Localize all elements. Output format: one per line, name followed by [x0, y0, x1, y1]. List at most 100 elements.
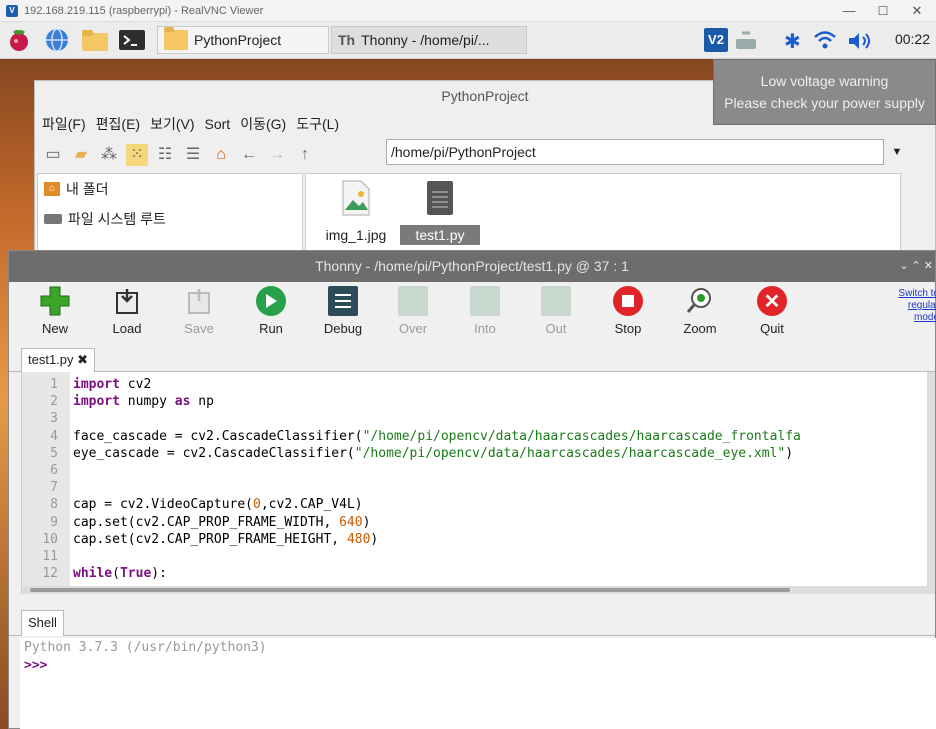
code-editor[interactable]: 1 2 3 4 5 6 7 8 9 10 11 12 import cv2 import numpy a…	[21, 372, 935, 594]
new-folder-icon[interactable]: ▰	[70, 144, 92, 166]
terminal-icon[interactable]	[118, 27, 145, 53]
menu-file[interactable]: 파일(F)	[42, 114, 86, 134]
volume-icon[interactable]	[846, 29, 872, 55]
thumbnail-view-icon[interactable]: ⁙	[126, 144, 148, 166]
line-number: 4	[50, 428, 58, 444]
shell-tabs: Shell	[9, 604, 935, 636]
new-window-icon[interactable]: ▭	[42, 144, 64, 166]
line-number: 12	[42, 566, 58, 582]
list-view-icon[interactable]: ☰	[182, 144, 204, 166]
vnc-logo-icon: V	[6, 4, 18, 17]
menu-go[interactable]: 이동(G)	[240, 114, 286, 134]
vnc-title-bar: V 192.168.219.115 (raspberrypi) - RealVN…	[0, 0, 936, 22]
maximize-button[interactable]: ☐	[866, 0, 900, 22]
debug-button[interactable]: Debug	[317, 286, 369, 336]
minimize-button[interactable]: —	[832, 0, 866, 22]
thonny-toolbar: New Load Save Run Debug Over Into Out St…	[9, 282, 936, 346]
file-manager-sidebar: ⌂ 내 폴더 파일 시스템 루트	[37, 173, 303, 258]
step-into-button[interactable]: Into	[459, 286, 511, 336]
drive-icon[interactable]	[734, 29, 760, 55]
sidebar-item-label: 파일 시스템 루트	[68, 211, 166, 227]
taskbar: PythonProject Th Thonny - /home/pi/... V…	[0, 22, 936, 59]
vertical-scrollbar[interactable]	[927, 372, 935, 586]
line-number: 9	[50, 514, 58, 530]
stop-button[interactable]: Stop	[602, 286, 654, 336]
button-label: Quit	[760, 321, 784, 336]
run-button[interactable]: Run	[245, 286, 297, 336]
task-pythonproject[interactable]: PythonProject	[157, 26, 329, 54]
debug-icon	[328, 286, 358, 316]
step-out-icon	[541, 286, 571, 316]
line-number: 3	[50, 411, 58, 427]
image-file-icon	[342, 180, 370, 216]
run-icon	[256, 286, 286, 316]
new-button[interactable]: New	[29, 286, 81, 336]
forward-icon[interactable]: →	[266, 144, 288, 166]
wifi-icon[interactable]	[812, 28, 838, 54]
icon-view-icon[interactable]: ⁂	[98, 144, 120, 166]
file-item-selected[interactable]: test1.py	[400, 180, 480, 245]
line-number: 8	[50, 497, 58, 513]
path-input[interactable]: /home/pi/PythonProject	[386, 139, 884, 165]
line-number: 7	[50, 480, 58, 496]
sidebar-item-label: 내 폴더	[66, 181, 109, 197]
code-line: eye_cascade = cv2.CascadeClassifier("/ho…	[73, 445, 794, 461]
home-icon[interactable]: ⌂	[210, 144, 232, 166]
horizontal-scrollbar[interactable]	[22, 586, 935, 594]
line-number: 5	[50, 445, 58, 461]
editor-tabs: test1.py ✖	[9, 346, 935, 372]
scrollbar-thumb[interactable]	[30, 588, 790, 592]
button-label: Over	[398, 321, 428, 336]
menu-edit[interactable]: 편집(E)	[96, 114, 140, 134]
menu-view[interactable]: 보기(V)	[150, 114, 194, 134]
line-number: 2	[50, 394, 58, 410]
thonny-icon: Th	[338, 32, 356, 48]
text-file-icon	[427, 181, 453, 215]
back-icon[interactable]: ←	[238, 144, 260, 166]
quit-button[interactable]: ✕ Quit	[746, 286, 798, 336]
step-over-button[interactable]: Over	[387, 286, 439, 336]
up-icon[interactable]: ↑	[294, 144, 316, 166]
step-over-icon	[398, 286, 428, 316]
line-number-gutter: 1 2 3 4 5 6 7 8 9 10 11 12	[22, 372, 70, 586]
shell-console[interactable]: Python 3.7.3 (/usr/bin/python3) >>>	[20, 638, 936, 729]
sidebar-item-home[interactable]: ⌂ 내 폴더	[38, 174, 302, 204]
button-label: Into	[474, 321, 496, 336]
folder-icon	[164, 27, 188, 50]
chevron-down-icon[interactable]: ▼	[885, 139, 909, 165]
menu-tools[interactable]: 도구(L)	[296, 114, 339, 134]
close-button[interactable]: ✕	[900, 0, 934, 22]
sidebar-item-filesystem[interactable]: 파일 시스템 루트	[38, 204, 302, 234]
plus-icon	[40, 286, 70, 316]
code-line: import numpy as np	[73, 394, 214, 410]
compact-view-icon[interactable]: ☷	[154, 144, 176, 166]
menu-sort[interactable]: Sort	[205, 116, 231, 132]
button-label: Debug	[323, 321, 363, 336]
switch-mode-link[interactable]: Switch to regular mode	[891, 288, 936, 324]
warning-title: Low voltage warning	[760, 73, 889, 89]
code-line: face_cascade = cv2.CascadeClassifier("/h…	[73, 428, 801, 444]
raspberry-menu-icon[interactable]	[6, 27, 32, 53]
clock: 00:22	[894, 31, 930, 47]
code-line: cap.set(cv2.CAP_PROP_FRAME_HEIGHT, 480)	[73, 531, 379, 547]
shell-prompt: >>>	[24, 658, 48, 673]
code-line: while(True):	[73, 566, 167, 582]
bluetooth-icon[interactable]: ✱	[784, 29, 810, 55]
load-button[interactable]: Load	[101, 286, 153, 336]
zoom-button[interactable]: Zoom	[674, 286, 726, 336]
task-label: PythonProject	[194, 32, 282, 48]
file-item[interactable]: img_1.jpg	[316, 180, 396, 245]
line-number: 6	[50, 463, 58, 478]
vnc-window-title: 192.168.219.115 (raspberrypi) - RealVNC …	[24, 4, 264, 17]
task-thonny[interactable]: Th Thonny - /home/pi/...	[331, 26, 527, 54]
tab-test1[interactable]: test1.py ✖	[21, 348, 96, 372]
button-label: Out	[545, 321, 567, 336]
file-manager-icon[interactable]	[80, 27, 108, 53]
button-label: New	[41, 321, 68, 336]
window-controls[interactable]: ⌄ ⌃ ✕	[899, 251, 933, 282]
step-out-button[interactable]: Out	[530, 286, 582, 336]
save-button[interactable]: Save	[173, 286, 225, 336]
vnc-server-icon[interactable]: V2	[704, 28, 728, 52]
tab-shell[interactable]: Shell	[21, 610, 64, 636]
browser-icon[interactable]	[44, 27, 70, 53]
